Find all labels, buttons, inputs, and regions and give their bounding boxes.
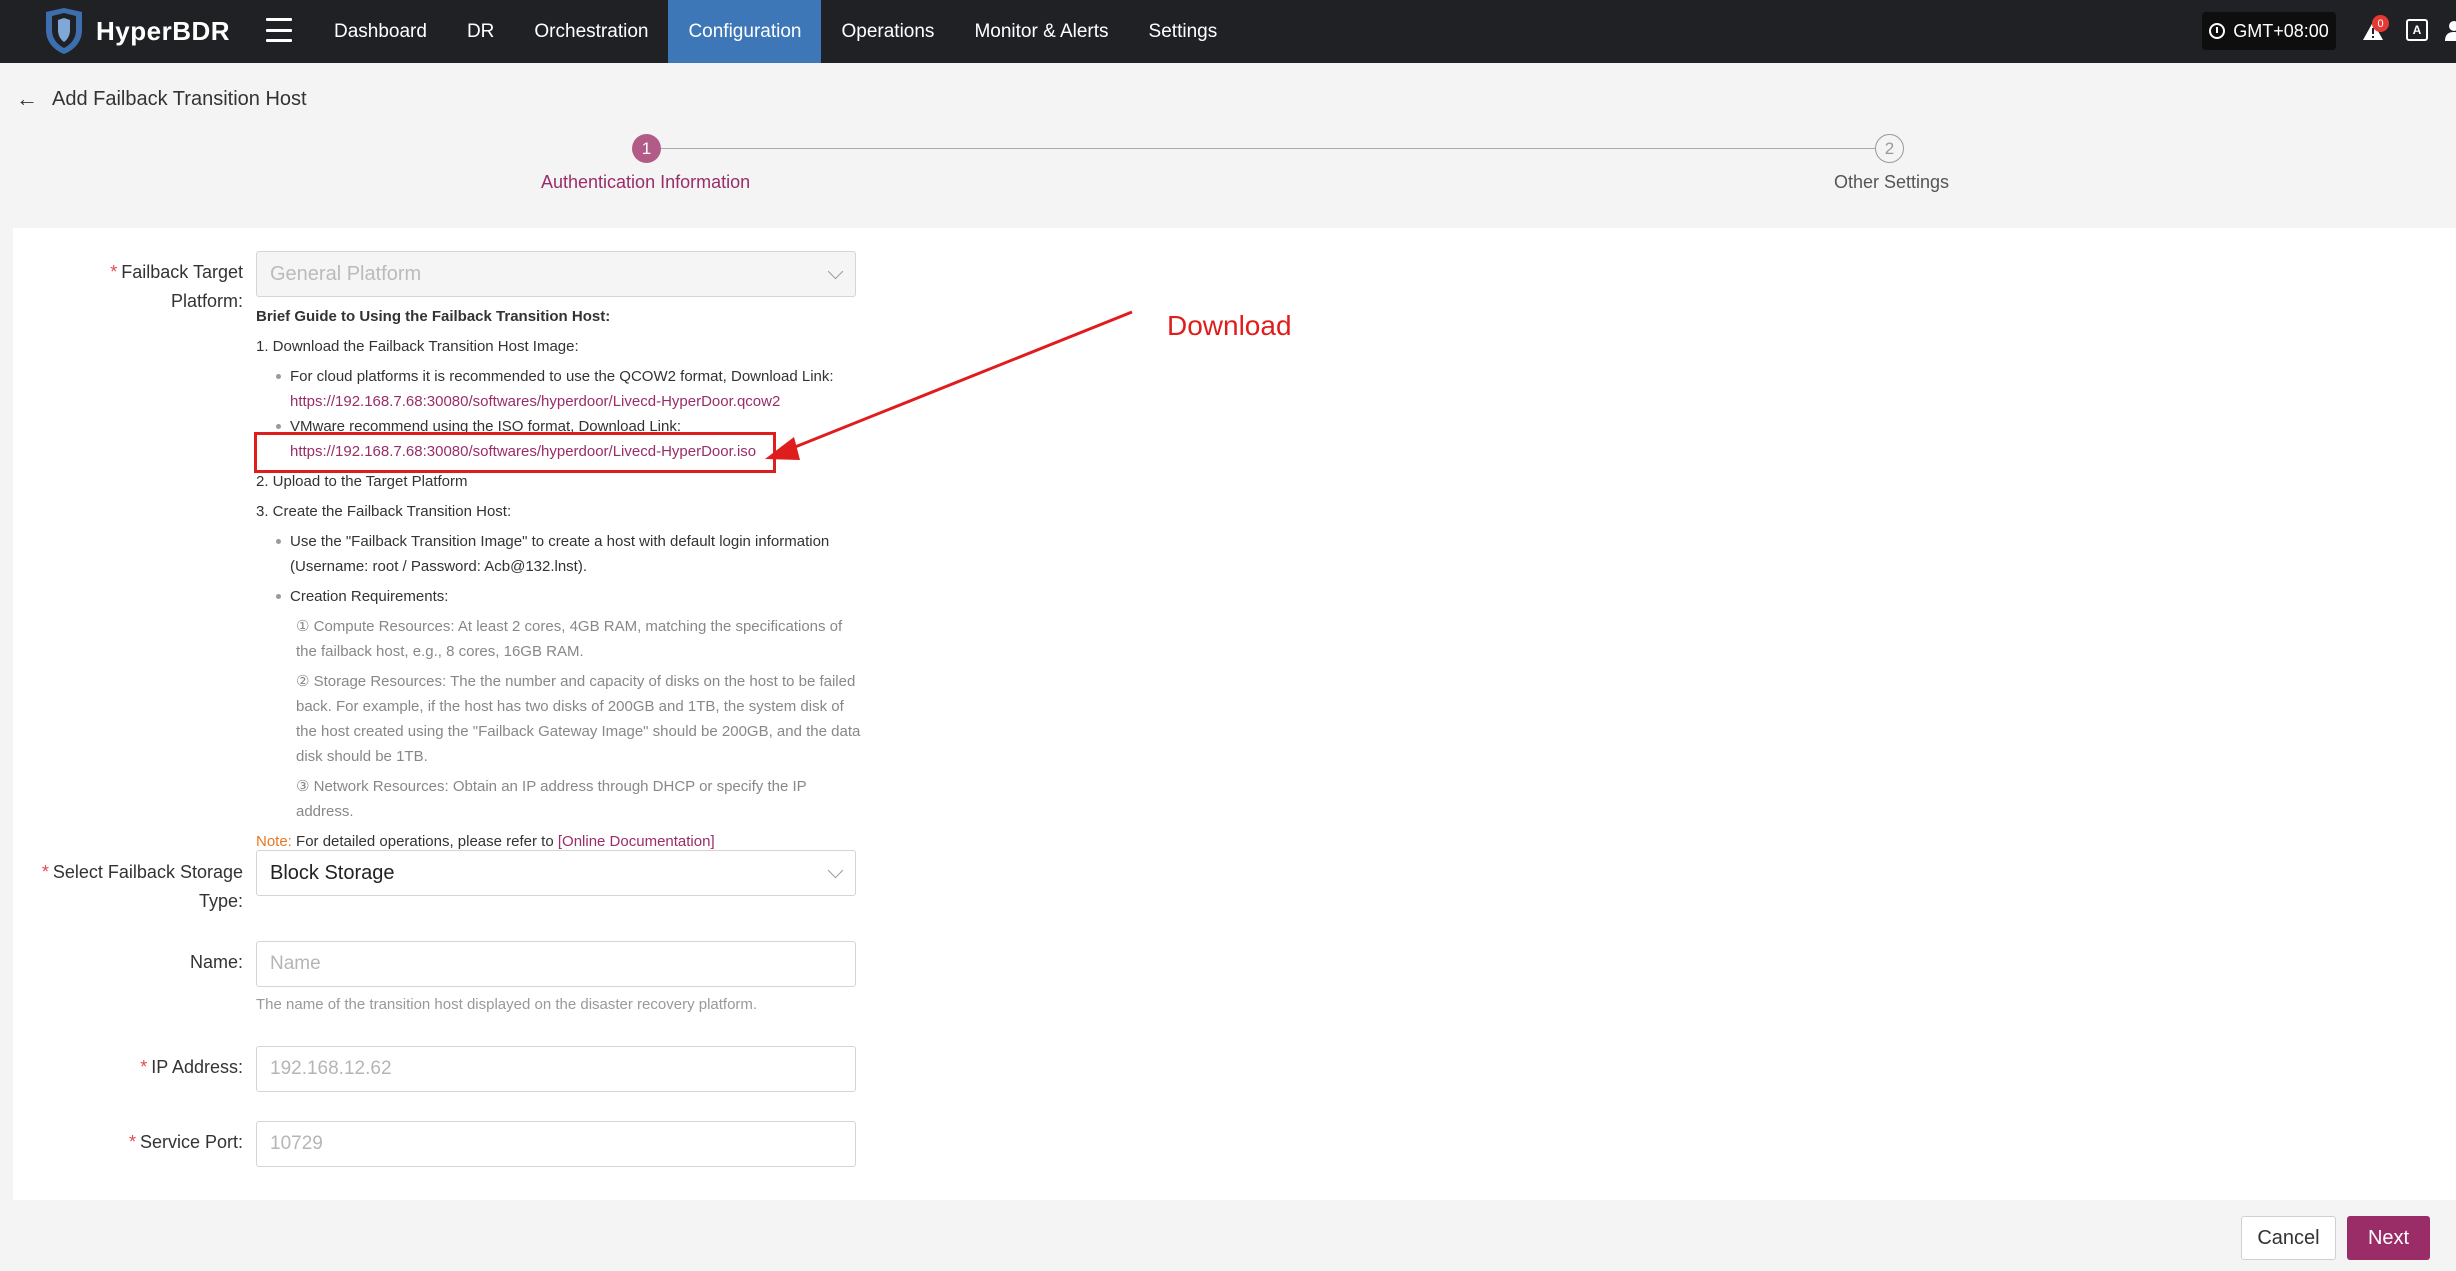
name-input[interactable]: [256, 941, 856, 987]
next-button[interactable]: Next: [2347, 1216, 2430, 1260]
nav-settings[interactable]: Settings: [1129, 0, 1238, 63]
nav-configuration[interactable]: Configuration: [668, 0, 822, 63]
clock-icon: [2209, 23, 2226, 39]
storage-type-select-value: Block Storage: [270, 861, 395, 884]
storage-type-select[interactable]: Block Storage: [256, 850, 856, 896]
guide-requirements-title: Creation Requirements:: [256, 584, 866, 609]
service-port-label: * Service Port:: [128, 1132, 243, 1152]
step-2-label: Other Settings: [1834, 172, 1950, 192]
guide-req-storage: ② Storage Resources: The the number and …: [296, 673, 861, 765]
guide-panel: Brief Guide to Using the Failback Transi…: [256, 304, 866, 854]
guide-req-compute: ① Compute Resources: At least 2 cores, 4…: [296, 618, 843, 660]
platform-select: General Platform: [256, 251, 856, 297]
guide-step-3: 3. Create the Failback Transition Host:: [256, 503, 512, 520]
timezone-label: GMT+08:00: [2233, 20, 2329, 41]
storage-type-label: * Select Failback Storage Type:: [41, 862, 243, 911]
timezone-button[interactable]: GMT+08:00: [2202, 12, 2336, 50]
step-1-label: Authentication Information: [541, 172, 751, 192]
nav-dashboard[interactable]: Dashboard: [314, 0, 447, 63]
nav-orchestration[interactable]: Orchestration: [514, 0, 668, 63]
step-1-indicator: 1: [632, 134, 661, 163]
name-helper-text: The name of the transition host displaye…: [256, 996, 758, 1013]
page-title: Add Failback Transition Host: [52, 87, 307, 110]
nav-operations[interactable]: Operations: [821, 0, 954, 63]
step-2-indicator: 2: [1875, 134, 1904, 163]
user-icon[interactable]: [2445, 19, 2456, 43]
top-navbar: HyperBDR Dashboard DR Orchestration Conf…: [0, 0, 2456, 63]
app-name: HyperBDR: [96, 15, 231, 46]
font-size-icon[interactable]: A: [2406, 19, 2428, 41]
cancel-button[interactable]: Cancel: [2241, 1216, 2336, 1260]
alert-count-badge: 0: [2372, 15, 2389, 32]
guide-cloud-text: For cloud platforms it is recommended to…: [256, 364, 866, 389]
form-card: * Failback Target Platform: General Platf…: [13, 228, 2456, 1200]
nav-dr[interactable]: DR: [447, 0, 514, 63]
platform-select-value: General Platform: [270, 262, 422, 285]
guide-use-text: Use the "Failback Transition Image" to c…: [256, 529, 866, 554]
guide-step-1: 1. Download the Failback Transition Host…: [256, 338, 579, 355]
qcow2-download-link[interactable]: https://192.168.7.68:30080/softwares/hyp…: [256, 389, 866, 414]
nav-monitor-alerts[interactable]: Monitor & Alerts: [954, 0, 1128, 63]
note-label: Note:: [256, 833, 292, 850]
download-annotation: Download: [1167, 310, 1292, 341]
online-documentation-link[interactable]: [Online Documentation]: [558, 833, 715, 850]
guide-title: Brief Guide to Using the Failback Transi…: [256, 308, 611, 325]
platform-label: * Failback Target Platform:: [110, 262, 243, 311]
service-port-input[interactable]: [256, 1121, 856, 1167]
shield-logo-icon: [46, 8, 82, 54]
chevron-down-icon: [827, 263, 844, 280]
chevron-down-icon: [827, 862, 844, 879]
menu-toggle-icon[interactable]: [266, 18, 292, 42]
note-text: For detailed operations, please refer to: [291, 833, 558, 850]
page-header: ← Add Failback Transition Host: [16, 86, 307, 112]
name-label: Name:: [189, 952, 243, 972]
guide-use-text-2: (Username: root / Password: Acb@132.lnst…: [290, 558, 588, 575]
back-arrow-icon[interactable]: ←: [16, 86, 38, 112]
app-logo[interactable]: HyperBDR: [42, 6, 230, 56]
main-nav: Dashboard DR Orchestration Configuration…: [314, 0, 1237, 63]
download-link-highlight: [254, 432, 776, 473]
guide-req-network: ③ Network Resources: Obtain an IP addres…: [296, 778, 807, 820]
ip-address-input[interactable]: [256, 1046, 856, 1092]
ip-address-label: * IP Address:: [140, 1057, 243, 1077]
steps-connector: [660, 148, 1890, 149]
